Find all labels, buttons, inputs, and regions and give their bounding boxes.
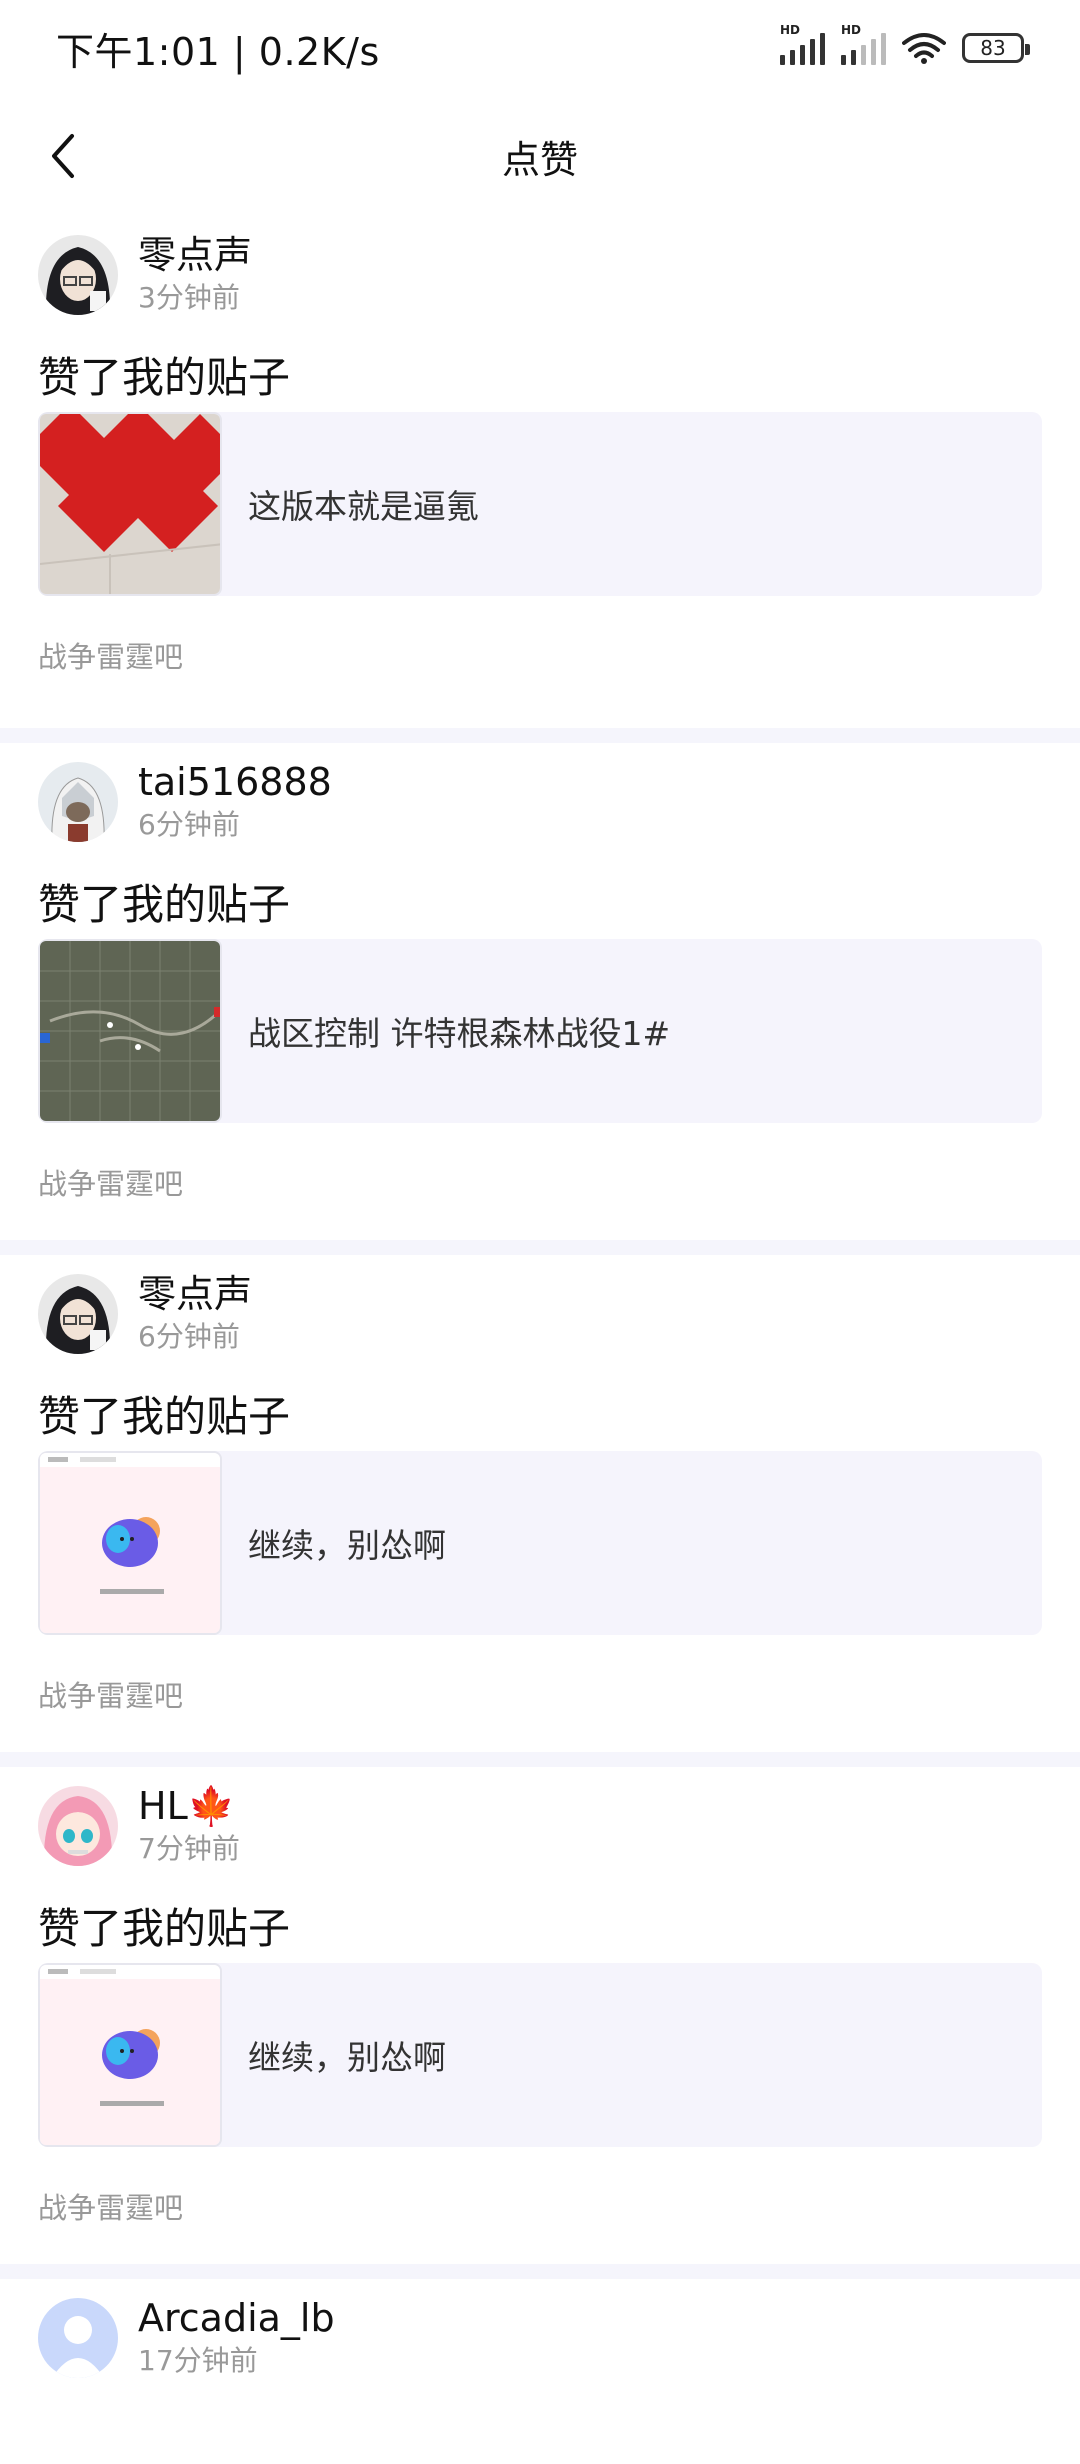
page-title: 点赞 — [501, 137, 578, 182]
chevron-left-icon — [52, 134, 74, 178]
status-icons: HD HD 83 — [780, 23, 1030, 65]
post-title: 这版本就是逼氪 — [248, 487, 479, 526]
post-preview[interactable]: 继续，别怂啊 — [38, 1451, 1042, 1635]
status-time-speed: 下午1:01 | 0.2K/s — [56, 29, 380, 74]
cellular-signal-2-icon: HD — [841, 23, 886, 65]
username[interactable]: HL🍁 — [138, 1783, 240, 1829]
user-row[interactable]: tai516888 6分钟前 — [38, 759, 332, 845]
forum-link[interactable]: 战争雷霆吧 — [38, 1673, 183, 1715]
forum-link[interactable]: 战争雷霆吧 — [38, 1161, 183, 1203]
timestamp: 6分钟前 — [138, 808, 240, 841]
like-notification: HL🍁 7分钟前 赞了我的贴子 继续，别怂啊 战争雷霆吧 — [0, 1752, 1080, 2264]
wifi-icon — [902, 33, 946, 64]
post-thumbnail — [38, 1451, 222, 1635]
post-title: 继续，别怂啊 — [248, 2038, 446, 2077]
timestamp: 6分钟前 — [138, 1320, 240, 1353]
post-title: 继续，别怂啊 — [248, 1526, 446, 1565]
user-row[interactable]: Arcadia_lb 17分钟前 — [38, 2295, 335, 2381]
avatar[interactable] — [38, 235, 118, 315]
post-preview[interactable]: 战区控制 许特根森林战役1# — [38, 939, 1042, 1123]
cellular-signal-icon: HD — [780, 23, 825, 65]
action-text: 赞了我的贴子 — [38, 1904, 291, 1953]
back-button[interactable] — [36, 130, 88, 182]
header: 点赞 — [0, 96, 1080, 216]
avatar[interactable] — [38, 1274, 118, 1354]
post-thumbnail — [38, 939, 222, 1123]
post-thumbnail — [38, 412, 222, 596]
timestamp: 7分钟前 — [138, 1832, 240, 1865]
forum-link[interactable]: 战争雷霆吧 — [38, 634, 183, 676]
username[interactable]: Arcadia_lb — [138, 2295, 335, 2341]
avatar[interactable] — [38, 2298, 118, 2378]
post-title: 战区控制 许特根森林战役1# — [248, 1014, 671, 1053]
status-bar: 下午1:01 | 0.2K/s HD HD 83 — [0, 0, 1080, 96]
action-text: 赞了我的贴子 — [38, 880, 291, 929]
username[interactable]: tai516888 — [138, 759, 332, 805]
battery-level: 83 — [980, 36, 1006, 60]
post-preview[interactable]: 这版本就是逼氪 — [38, 412, 1042, 596]
action-text: 赞了我的贴子 — [38, 353, 291, 402]
username[interactable]: 零点声 — [138, 1271, 252, 1317]
forum-link[interactable]: 战争雷霆吧 — [38, 2185, 183, 2227]
post-preview[interactable]: 继续，别怂啊 — [38, 1963, 1042, 2147]
username[interactable]: 零点声 — [138, 232, 252, 278]
avatar[interactable] — [38, 762, 118, 842]
timestamp: 3分钟前 — [138, 281, 240, 314]
likes-feed[interactable]: 零点声 3分钟前 赞了我的贴子 这版本就是逼氪 战争雷霆吧 tai516888 … — [0, 216, 1080, 2464]
like-notification: 零点声 6分钟前 赞了我的贴子 继续，别怂啊 战争雷霆吧 — [0, 1240, 1080, 1752]
post-thumbnail — [38, 1963, 222, 2147]
like-notification: 零点声 3分钟前 赞了我的贴子 这版本就是逼氪 战争雷霆吧 — [0, 216, 1080, 728]
user-row[interactable]: 零点声 3分钟前 — [38, 232, 252, 318]
user-row[interactable]: 零点声 6分钟前 — [38, 1271, 252, 1357]
avatar[interactable] — [38, 1786, 118, 1866]
user-row[interactable]: HL🍁 7分钟前 — [38, 1783, 240, 1869]
like-notification: tai516888 6分钟前 赞了我的贴子 战区控制 许特根森林战役1# 战争雷… — [0, 728, 1080, 1240]
battery-icon: 83 — [962, 33, 1030, 63]
timestamp: 17分钟前 — [138, 2344, 258, 2377]
action-text: 赞了我的贴子 — [38, 1392, 291, 1441]
like-notification: Arcadia_lb 17分钟前 — [0, 2264, 1080, 2464]
